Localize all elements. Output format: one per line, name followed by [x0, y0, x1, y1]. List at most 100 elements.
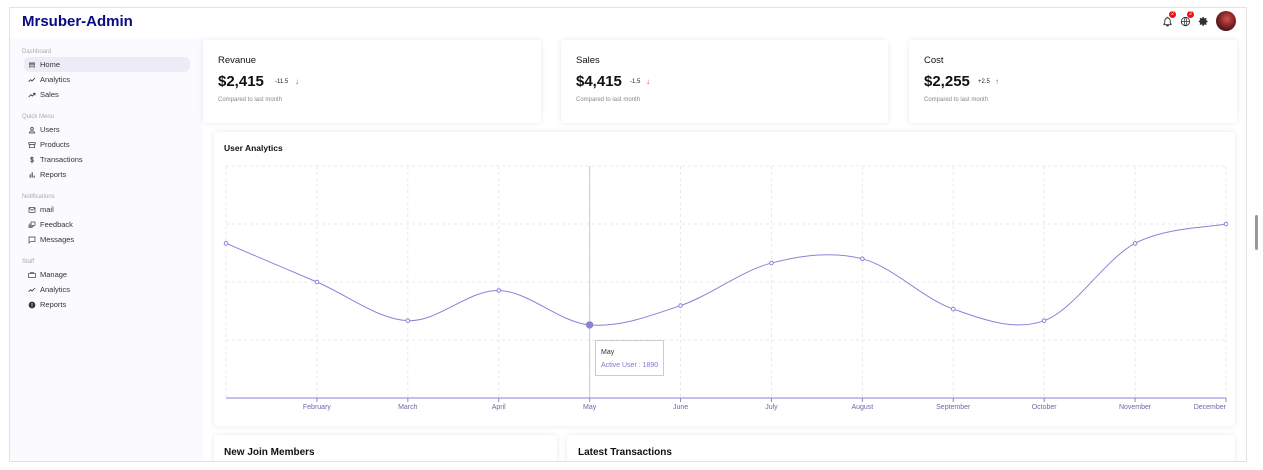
latest-transactions-widget: Latest Transactions: [567, 435, 1235, 461]
card-title: Cost: [924, 55, 944, 66]
card-rate: +2.5: [978, 79, 990, 85]
data-point: [314, 279, 320, 285]
topbar-icons: 2 2: [1160, 11, 1236, 31]
dynamic-feed-icon: [28, 221, 36, 228]
tooltip-value: Active User : 1890: [601, 362, 659, 369]
person-icon: [28, 126, 36, 133]
card-rate: -11.5: [275, 79, 289, 85]
sidebar-item-label: Messages: [40, 235, 75, 244]
sidebar-item-staff-analytics[interactable]: Analytics: [24, 282, 190, 297]
card-value: $4,415: [576, 73, 622, 90]
feature-card-sales: Sales $4,415 -1.5 ↓ Compared to last mon…: [561, 40, 888, 123]
line-style-icon: [29, 62, 35, 67]
trending-up-icon: [28, 92, 36, 97]
x-tick-label: June: [673, 404, 688, 411]
sidebar-item-label: Analytics: [40, 75, 71, 84]
data-point: [405, 318, 411, 323]
card-subtitle: Compared to last month: [924, 97, 989, 103]
card-subtitle: Compared to last month: [576, 97, 641, 103]
sidebar-item-analytics[interactable]: Analytics: [24, 72, 190, 87]
card-title: Revanue: [218, 55, 257, 66]
x-tick-label: December: [1194, 404, 1227, 411]
work-icon: [28, 271, 36, 278]
series-line-active-user: [225, 223, 1227, 326]
app-logo[interactable]: Mrsuber-Admin: [22, 13, 133, 30]
sidebar-item-transactions[interactable]: Transactions: [24, 152, 190, 167]
language-badge: 2: [1187, 11, 1194, 18]
card-value: $2,255: [924, 73, 970, 90]
widget-title: New Join Members: [224, 447, 315, 458]
timeline-icon: [28, 287, 36, 292]
sidebar-item-label: Sales: [40, 90, 59, 99]
sidebar-item-feedback[interactable]: Feedback: [24, 217, 190, 232]
storefront-icon: [28, 141, 36, 148]
sidebar-section-title: Notifications: [22, 194, 55, 200]
sidebar-item-label: Products: [40, 140, 70, 149]
gear-icon[interactable]: [1196, 14, 1210, 28]
sidebar-section-title: Dashboard: [22, 49, 52, 55]
data-point: [223, 241, 229, 246]
sidebar-item-reports[interactable]: Reports: [24, 167, 190, 182]
sidebar-section-title: Quick Menu: [22, 114, 55, 120]
sidebar-section-title: Staff: [22, 259, 35, 265]
chart-tooltip: May Active User : 1890: [595, 340, 664, 376]
widget-title: Latest Transactions: [578, 447, 672, 458]
new-join-members-widget: New Join Members: [214, 435, 557, 461]
card-rate: -1.5: [630, 79, 641, 85]
data-point: [496, 288, 502, 293]
data-point: [860, 256, 865, 262]
topbar: Mrsuber-Admin 2 2: [10, 8, 1246, 38]
x-tick-label: April: [492, 404, 506, 411]
card-value: $2,415: [218, 73, 264, 90]
data-point: [1041, 318, 1047, 323]
sidebar-item-messages[interactable]: Messages: [24, 232, 190, 247]
sidebar-item-users[interactable]: Users: [24, 122, 190, 137]
data-point: [769, 260, 774, 266]
bell-icon[interactable]: 2: [1160, 11, 1176, 28]
sidebar-item-staff-reports[interactable]: Reports: [24, 297, 190, 312]
notification-badge: 2: [1169, 11, 1176, 18]
data-point: [1223, 221, 1229, 227]
x-tick-label: May: [583, 404, 597, 411]
x-tick-label: February: [303, 404, 332, 411]
sidebar-item-manage[interactable]: Manage: [24, 267, 190, 282]
sidebar-item-label: Reports: [40, 170, 67, 179]
mail-icon: [28, 206, 36, 213]
card-subtitle: Compared to last month: [218, 97, 283, 103]
data-point: [585, 321, 594, 329]
sidebar-item-label: Home: [40, 60, 61, 69]
card-title: Sales: [576, 55, 600, 66]
sidebar-item-sales[interactable]: Sales: [24, 87, 190, 102]
sidebar-item-label: Manage: [40, 270, 68, 279]
scrollbar-thumb[interactable]: [1255, 215, 1258, 250]
sidebar-item-mail[interactable]: mail: [24, 202, 190, 217]
x-tick-label: March: [398, 404, 418, 411]
x-tick-label: October: [1032, 404, 1058, 411]
bar-chart-icon: [29, 171, 35, 178]
chat-bubble-icon: [28, 236, 36, 244]
user-analytics-chart: User Analytics February March April May June…: [214, 132, 1235, 426]
sidebar-item-label: Reports: [40, 300, 67, 309]
avatar[interactable]: [1216, 11, 1236, 31]
feature-card-revenue: Revanue $2,415 -11.5 ↓ Compared to last …: [203, 40, 541, 123]
sidebar-item-label: Users: [40, 125, 60, 134]
arrow-down-icon: ↓: [646, 77, 650, 86]
x-tick-label: September: [936, 404, 971, 411]
globe-icon[interactable]: 2: [1178, 11, 1194, 28]
timeline-icon: [28, 77, 36, 82]
line-chart[interactable]: February March April May June July August Septe…: [214, 132, 1235, 426]
dollar-icon: [30, 156, 34, 163]
data-point: [950, 306, 956, 312]
arrow-up-icon: ↑: [995, 77, 999, 86]
report-icon: [28, 301, 36, 308]
sidebar-item-label: Transactions: [40, 155, 83, 164]
feature-card-cost: Cost $2,255 +2.5 ↑ Compared to last mont…: [909, 40, 1237, 123]
x-tick-label: November: [1119, 404, 1152, 411]
tooltip-label: May: [601, 349, 615, 356]
sidebar-item-home[interactable]: Home: [24, 57, 190, 72]
sidebar: Dashboard Home Analytics Sales Quick Men…: [10, 38, 203, 461]
sidebar-item-products[interactable]: Products: [24, 137, 190, 152]
data-point: [1132, 241, 1138, 246]
arrow-down-icon: ↓: [295, 77, 299, 86]
x-tick-label: August: [851, 404, 873, 411]
